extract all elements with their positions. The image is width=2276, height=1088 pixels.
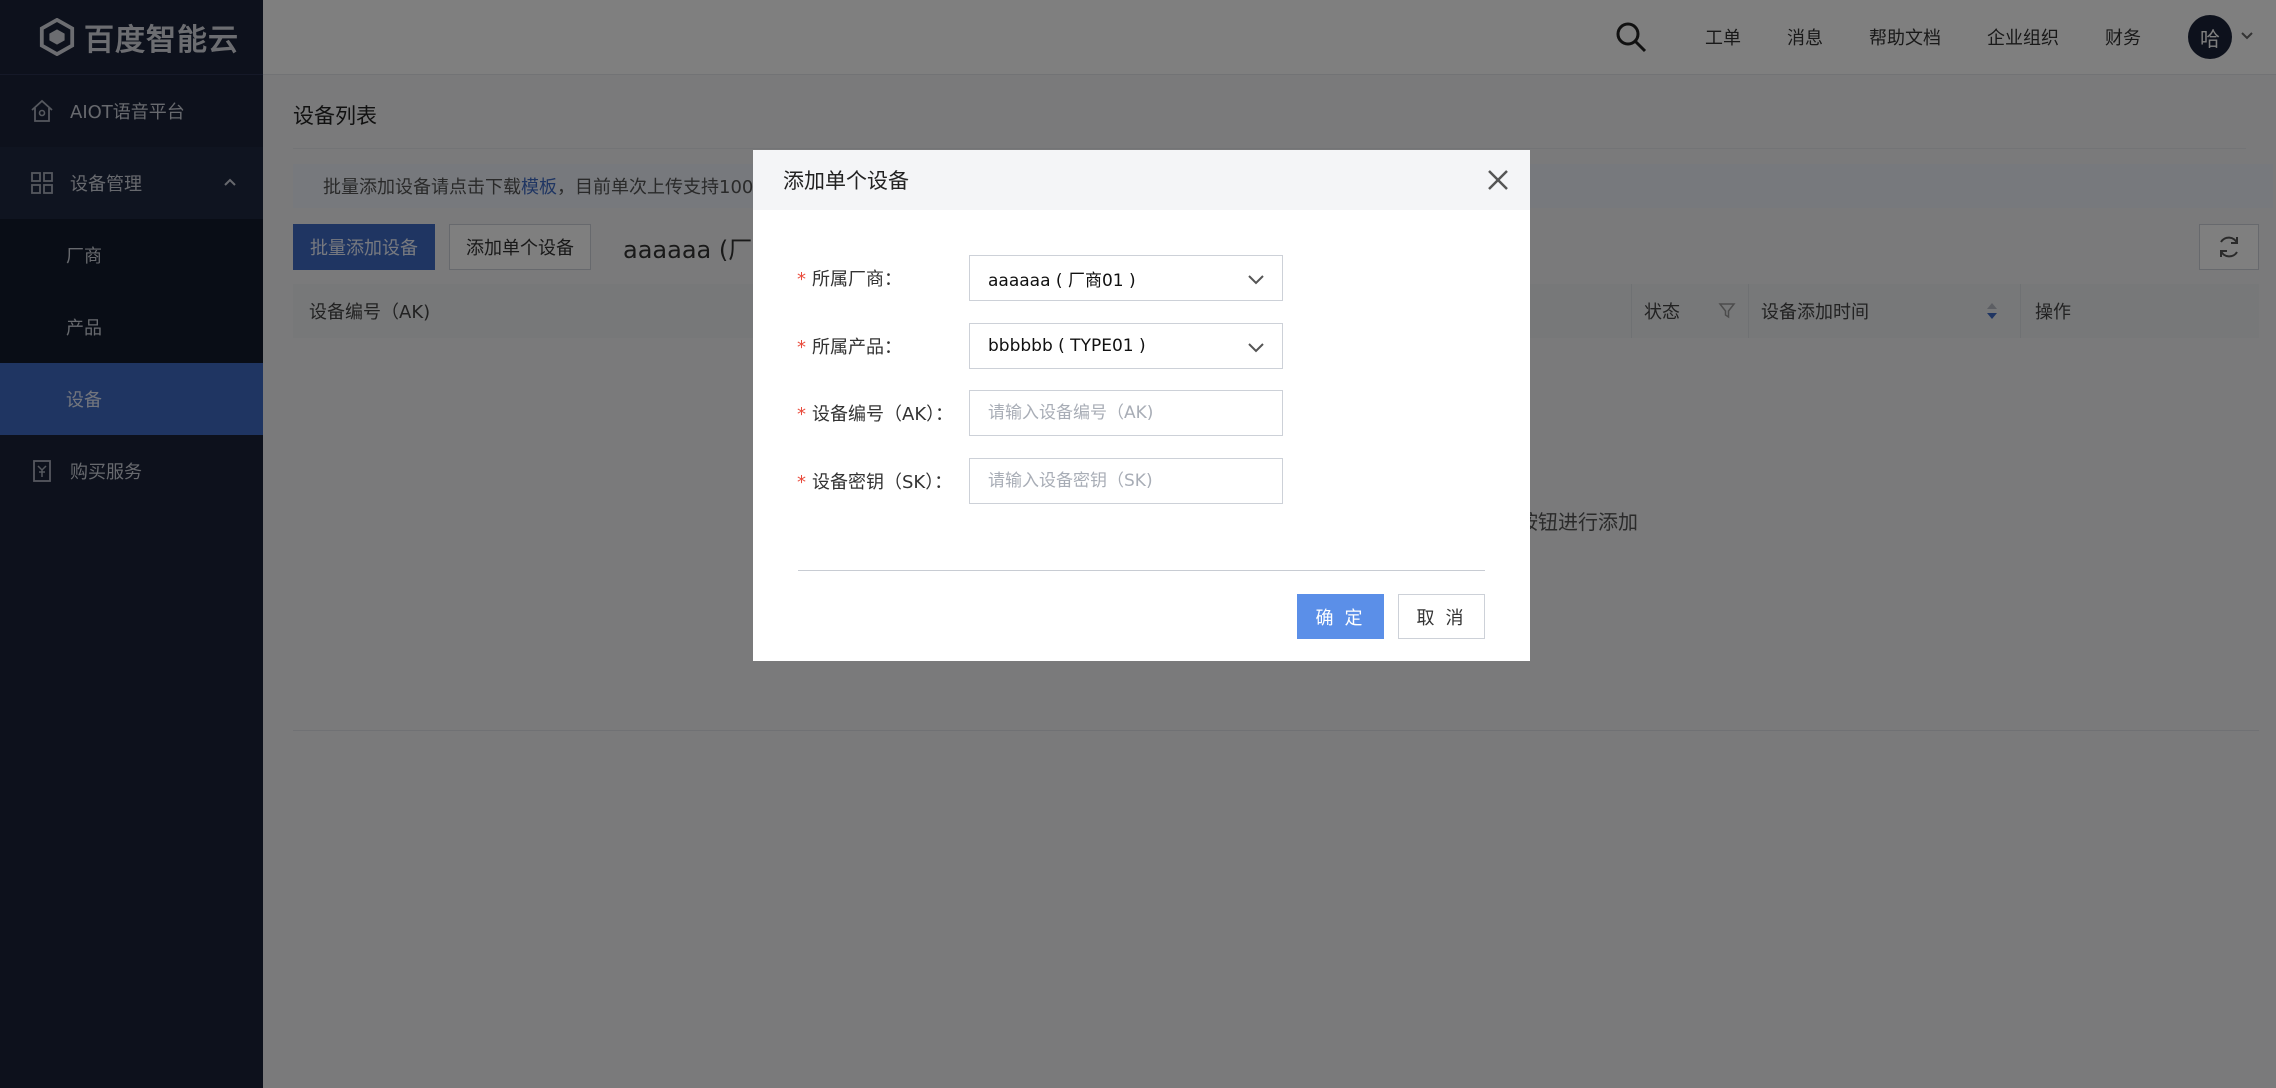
- vendor-label-text: 所属厂商：: [812, 269, 902, 290]
- required-mark: *: [797, 472, 806, 493]
- vendor-select-value: aaaaaa ( 厂商01 ): [988, 270, 1136, 291]
- dialog-title: 添加单个设备: [783, 169, 909, 193]
- cancel-button[interactable]: 取 消: [1398, 594, 1485, 639]
- chevron-down-icon: [1248, 343, 1264, 353]
- close-icon[interactable]: [1482, 164, 1514, 196]
- product-select-value: bbbbbb ( TYPE01 ): [988, 336, 1146, 356]
- vendor-field-label: * 所属厂商：: [797, 265, 969, 291]
- vendor-select[interactable]: aaaaaa ( 厂商01 ): [969, 255, 1283, 301]
- ak-field-row: * 设备编号（AK）：: [797, 390, 1283, 436]
- sk-field-row: * 设备密钥（SK）：: [797, 458, 1283, 504]
- product-label-text: 所属产品：: [812, 337, 902, 358]
- confirm-button[interactable]: 确 定: [1297, 594, 1384, 639]
- required-mark: *: [797, 404, 806, 425]
- add-device-dialog: 添加单个设备 * 所属厂商： aaaaaa ( 厂商01 ) * 所属产品： bbb…: [753, 150, 1530, 661]
- sk-field-label: * 设备密钥（SK）：: [797, 468, 969, 494]
- dialog-header: 添加单个设备: [753, 150, 1530, 210]
- ak-input[interactable]: [969, 390, 1283, 436]
- product-select[interactable]: bbbbbb ( TYPE01 ): [969, 323, 1283, 369]
- vendor-field-row: * 所属厂商： aaaaaa ( 厂商01 ): [797, 255, 1283, 301]
- dialog-divider: [798, 570, 1485, 571]
- product-field-row: * 所属产品： bbbbbb ( TYPE01 ): [797, 323, 1283, 369]
- sk-input[interactable]: [969, 458, 1283, 504]
- ak-label-text: 设备编号（AK）：: [812, 404, 954, 425]
- required-mark: *: [797, 269, 806, 290]
- required-mark: *: [797, 337, 806, 358]
- product-field-label: * 所属产品：: [797, 333, 969, 359]
- sk-label-text: 设备密钥（SK）：: [812, 472, 953, 493]
- chevron-down-icon: [1248, 275, 1264, 285]
- ak-field-label: * 设备编号（AK）：: [797, 400, 969, 426]
